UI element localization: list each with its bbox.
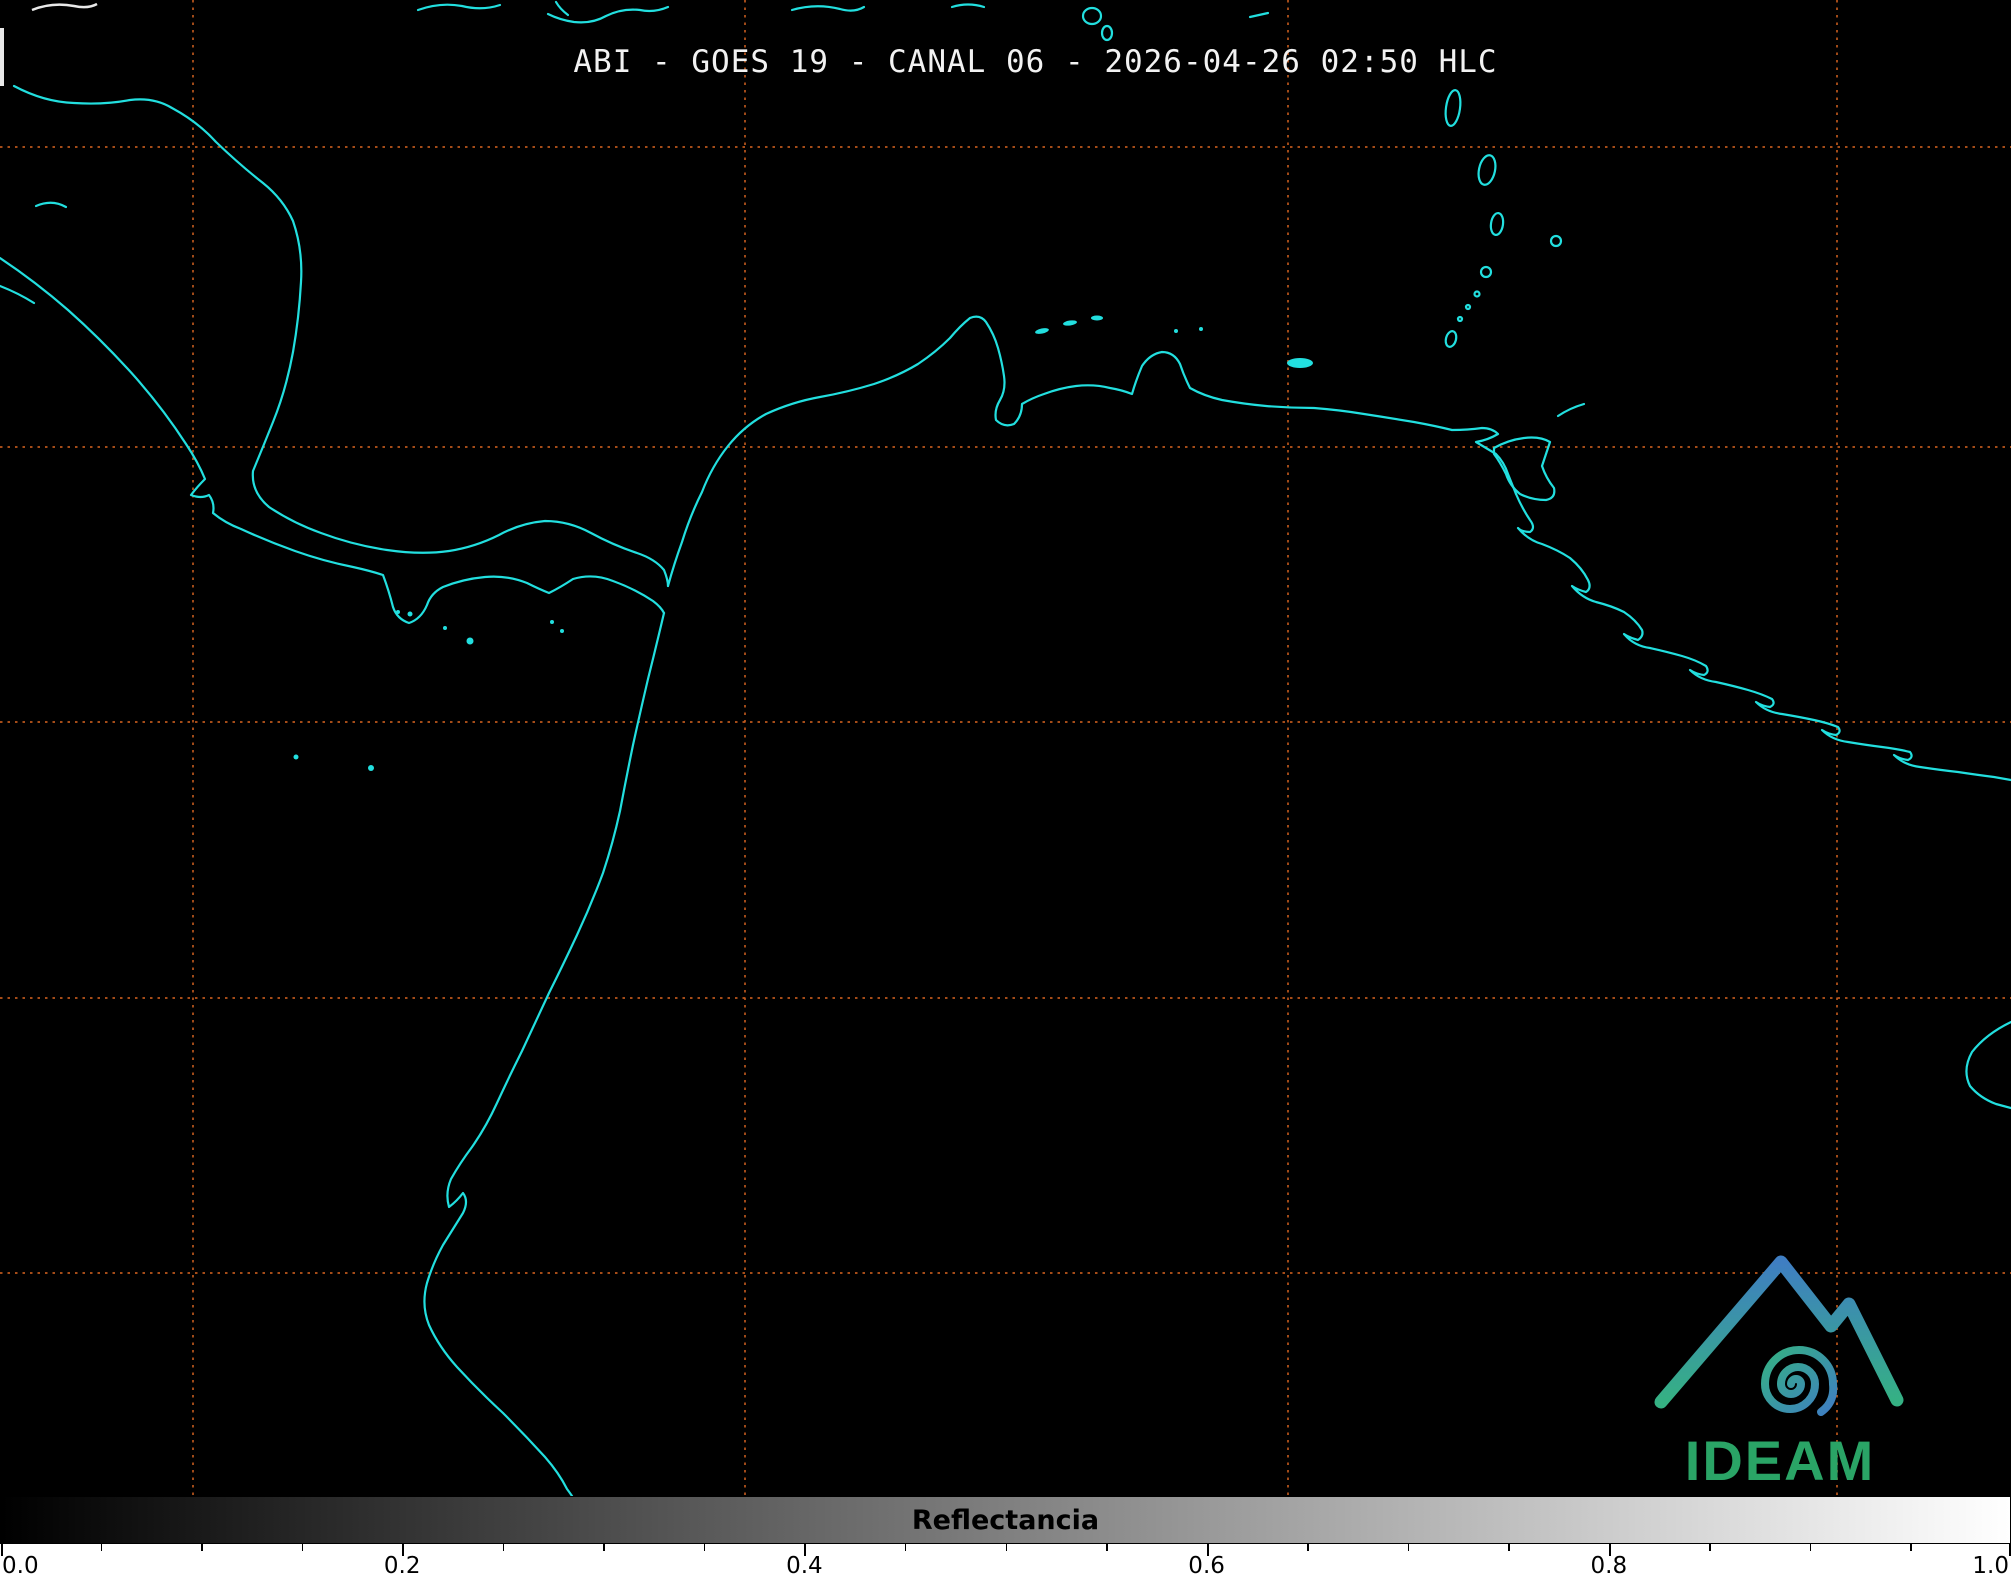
coastline-caribbean-south-america [666,315,1518,588]
colorbar-tick-label: 0.0 [2,1553,39,1577]
island-tobago [1556,402,1586,418]
coastline-fonseca-fragment [0,284,36,305]
colorbar-tick-label: 0.6 [1188,1553,1225,1577]
map-edge-artifacts [0,2,98,86]
coastline-northeast-south-america [1514,492,2011,782]
coastline-pacific-south-america [423,611,666,1496]
coastline-central-america-caribbean [12,84,670,588]
image-title: ABI - GOES 19 - CANAL 06 - 2026-04-26 02… [573,44,1498,80]
colorbar: Reflectancia [0,1496,2011,1544]
islands-lesser-antilles [1444,89,1563,348]
colorbar-axis: 0.0 0.2 0.4 0.6 0.8 1.0 [0,1544,2011,1577]
islands-small [293,315,1313,771]
colorbar-minor-tick [1407,1544,1410,1551]
logo-cyclone-swirl-icon [1760,1346,1838,1416]
colorbar-minor-tick [904,1544,907,1551]
colorbar-minor-tick [603,1544,605,1551]
colorbar-label: Reflectancia [911,1504,1100,1536]
colorbar-minor-tick [703,1544,706,1551]
colorbar-minor-tick [1809,1544,1812,1551]
coastline-top-fragments [416,0,1270,42]
ideam-logo-text: IDEAM [1684,1429,1876,1492]
top-left-artifact [31,2,98,12]
colorbar-tick-label: 0.8 [1590,1553,1628,1577]
colorbar-minor-tick [1005,1544,1007,1551]
coastline-central-america-pacific [0,256,666,625]
colorbar-tick-label: 1.0 [1972,1553,2009,1577]
left-edge-artifact [0,28,4,86]
colorbar-minor-tick [100,1544,103,1551]
colorbar-minor-tick [502,1544,505,1551]
coastline-left-fragment [34,201,68,209]
colorbar-minor-tick [301,1544,304,1551]
colorbar-minor-tick [1508,1544,1510,1551]
satellite-image-viewer: ABI - GOES 19 - CANAL 06 - 2026-04-26 02… [0,0,2011,1577]
ideam-logo: IDEAM [1645,1242,1915,1492]
satellite-map: ABI - GOES 19 - CANAL 06 - 2026-04-26 02… [0,0,2011,1496]
colorbar-tick-label: 0.2 [383,1553,421,1577]
colorbar-minor-tick [1307,1544,1309,1551]
colorbar-minor-tick [1709,1544,1711,1551]
colorbar-minor-tick [201,1544,203,1551]
colorbar-minor-tick [1910,1544,1912,1551]
colorbar-tick-label: 0.4 [786,1553,823,1577]
coastline-right-edge-fragment [1965,1020,2011,1110]
colorbar-minor-tick [1106,1544,1108,1551]
